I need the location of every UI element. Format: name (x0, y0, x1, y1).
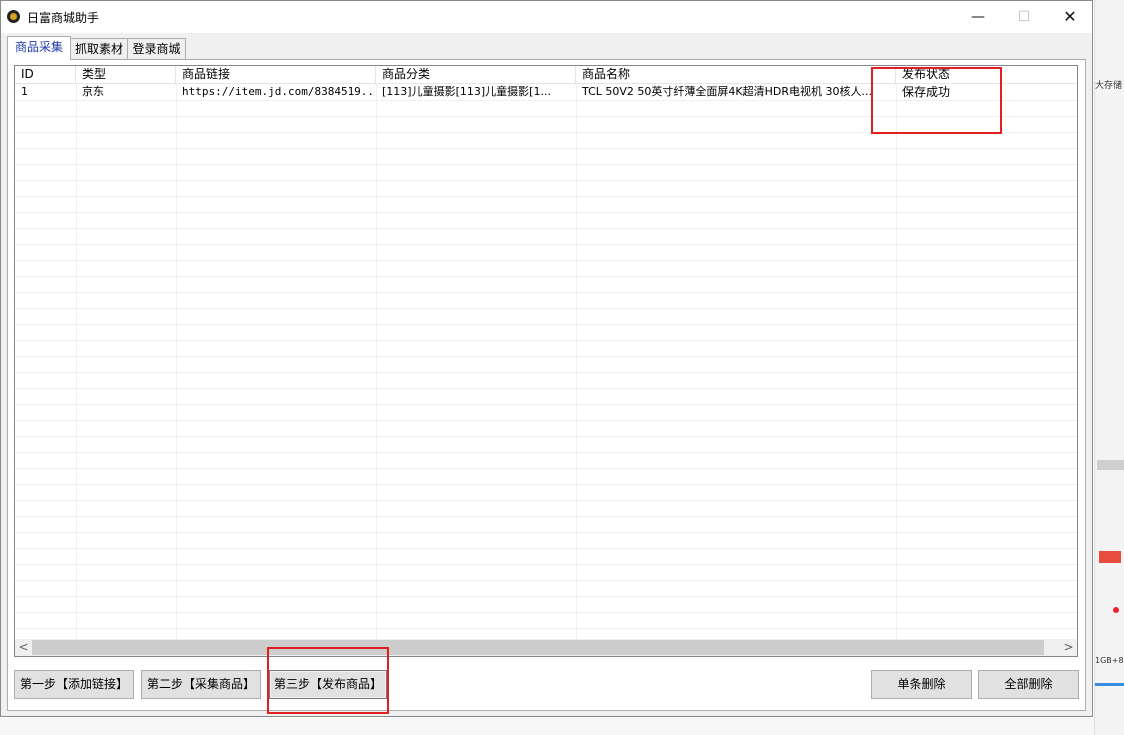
horizontal-scrollbar[interactable]: < > (15, 639, 1077, 656)
background-app-text: 大存储 (1095, 81, 1123, 91)
grid-row-line (15, 116, 1077, 117)
scroll-right-arrow-icon[interactable]: > (1060, 639, 1077, 656)
grid-row-line (15, 532, 1077, 533)
minimize-button[interactable]: — (955, 1, 1001, 33)
grid-row-line (15, 372, 1077, 373)
grid-row-line (15, 308, 1077, 309)
grid-row-line (15, 196, 1077, 197)
grid-row-line (15, 132, 1077, 133)
background-app-badge (1099, 551, 1121, 563)
grid-column-line (176, 83, 177, 640)
delete-single-button[interactable]: 单条删除 (871, 670, 972, 699)
grid-row-line (15, 612, 1077, 613)
title-bar[interactable]: 日富商城助手 — ☐ ✕ (1, 1, 1092, 33)
cell-id: 1 (21, 85, 28, 98)
grid-row-line (15, 404, 1077, 405)
tab-product-collect[interactable]: 商品采集 (7, 36, 71, 60)
background-app-dot (1113, 607, 1119, 613)
grid-row-line (15, 228, 1077, 229)
grid-column-line (76, 83, 77, 640)
close-button[interactable]: ✕ (1047, 1, 1093, 33)
tab-login-mall[interactable]: 登录商城 (127, 38, 186, 59)
grid-row-line (15, 148, 1077, 149)
cell-name: TCL 50V2 50英寸纤薄全面屏4K超清HDR电视机 30核人... (582, 85, 872, 98)
column-header-status[interactable]: 发布状态 (896, 66, 1077, 83)
delete-all-button[interactable]: 全部删除 (978, 670, 1079, 699)
background-desktop-strip (0, 718, 1094, 735)
tab-grab-materials[interactable]: 抓取素材 (70, 38, 128, 59)
grid-row-line (15, 420, 1077, 421)
grid-row-line (15, 244, 1077, 245)
grid-row-line (15, 436, 1077, 437)
background-app-bar (1097, 460, 1124, 470)
grid-row-line (15, 100, 1077, 101)
cell-type: 京东 (82, 85, 104, 98)
grid-row-line (15, 500, 1077, 501)
grid-row-line (15, 580, 1077, 581)
grid-row-line (15, 340, 1077, 341)
step3-publish-products-button[interactable]: 第三步【发布商品】 (269, 670, 387, 699)
list-header: ID 类型 商品链接 商品分类 商品名称 发布状态 (15, 66, 1077, 84)
product-list-view[interactable]: ID 类型 商品链接 商品分类 商品名称 发布状态 1 京东 https://i… (14, 65, 1078, 657)
table-row[interactable]: 1 京东 https://item.jd.com/8384519.... [11… (15, 84, 1077, 100)
background-app-spec: 1GB+8GB (1095, 656, 1124, 665)
scroll-left-arrow-icon[interactable]: < (15, 639, 32, 656)
grid-row-line (15, 484, 1077, 485)
column-header-type[interactable]: 类型 (76, 66, 176, 83)
grid-row-line (15, 388, 1077, 389)
grid-column-line (576, 83, 577, 640)
column-header-id[interactable]: ID (15, 66, 76, 83)
maximize-button[interactable]: ☐ (1001, 1, 1047, 33)
grid-row-line (15, 180, 1077, 181)
grid-row-line (15, 564, 1077, 565)
column-header-category[interactable]: 商品分类 (376, 66, 576, 83)
window-title: 日富商城助手 (27, 11, 100, 25)
grid-row-line (15, 260, 1077, 261)
cell-link: https://item.jd.com/8384519.... (182, 85, 376, 98)
app-logo-icon (7, 10, 20, 23)
grid-row-line (15, 324, 1077, 325)
cell-status: 保存成功 (902, 85, 951, 99)
background-app-line (1095, 683, 1124, 686)
column-header-link[interactable]: 商品链接 (176, 66, 376, 83)
grid-column-line (376, 83, 377, 640)
grid-row-line (15, 452, 1077, 453)
grid-row-line (15, 548, 1077, 549)
scrollbar-thumb[interactable] (32, 640, 1044, 655)
cell-category: [113]儿童摄影[113]儿童摄影[1... (382, 85, 551, 98)
grid-row-line (15, 356, 1077, 357)
grid-row-line (15, 628, 1077, 629)
grid-row-line (15, 292, 1077, 293)
grid-row-line (15, 212, 1077, 213)
grid-row-line (15, 516, 1077, 517)
grid-row-line (15, 596, 1077, 597)
step2-collect-products-button[interactable]: 第二步【采集商品】 (141, 670, 261, 699)
grid-row-line (15, 276, 1077, 277)
grid-column-line (896, 83, 897, 640)
grid-row-line (15, 164, 1077, 165)
background-app-panel: 大存储 1GB+8GB (1094, 0, 1124, 735)
step1-add-link-button[interactable]: 第一步【添加链接】 (14, 670, 134, 699)
grid-row-line (15, 468, 1077, 469)
column-header-name[interactable]: 商品名称 (576, 66, 896, 83)
